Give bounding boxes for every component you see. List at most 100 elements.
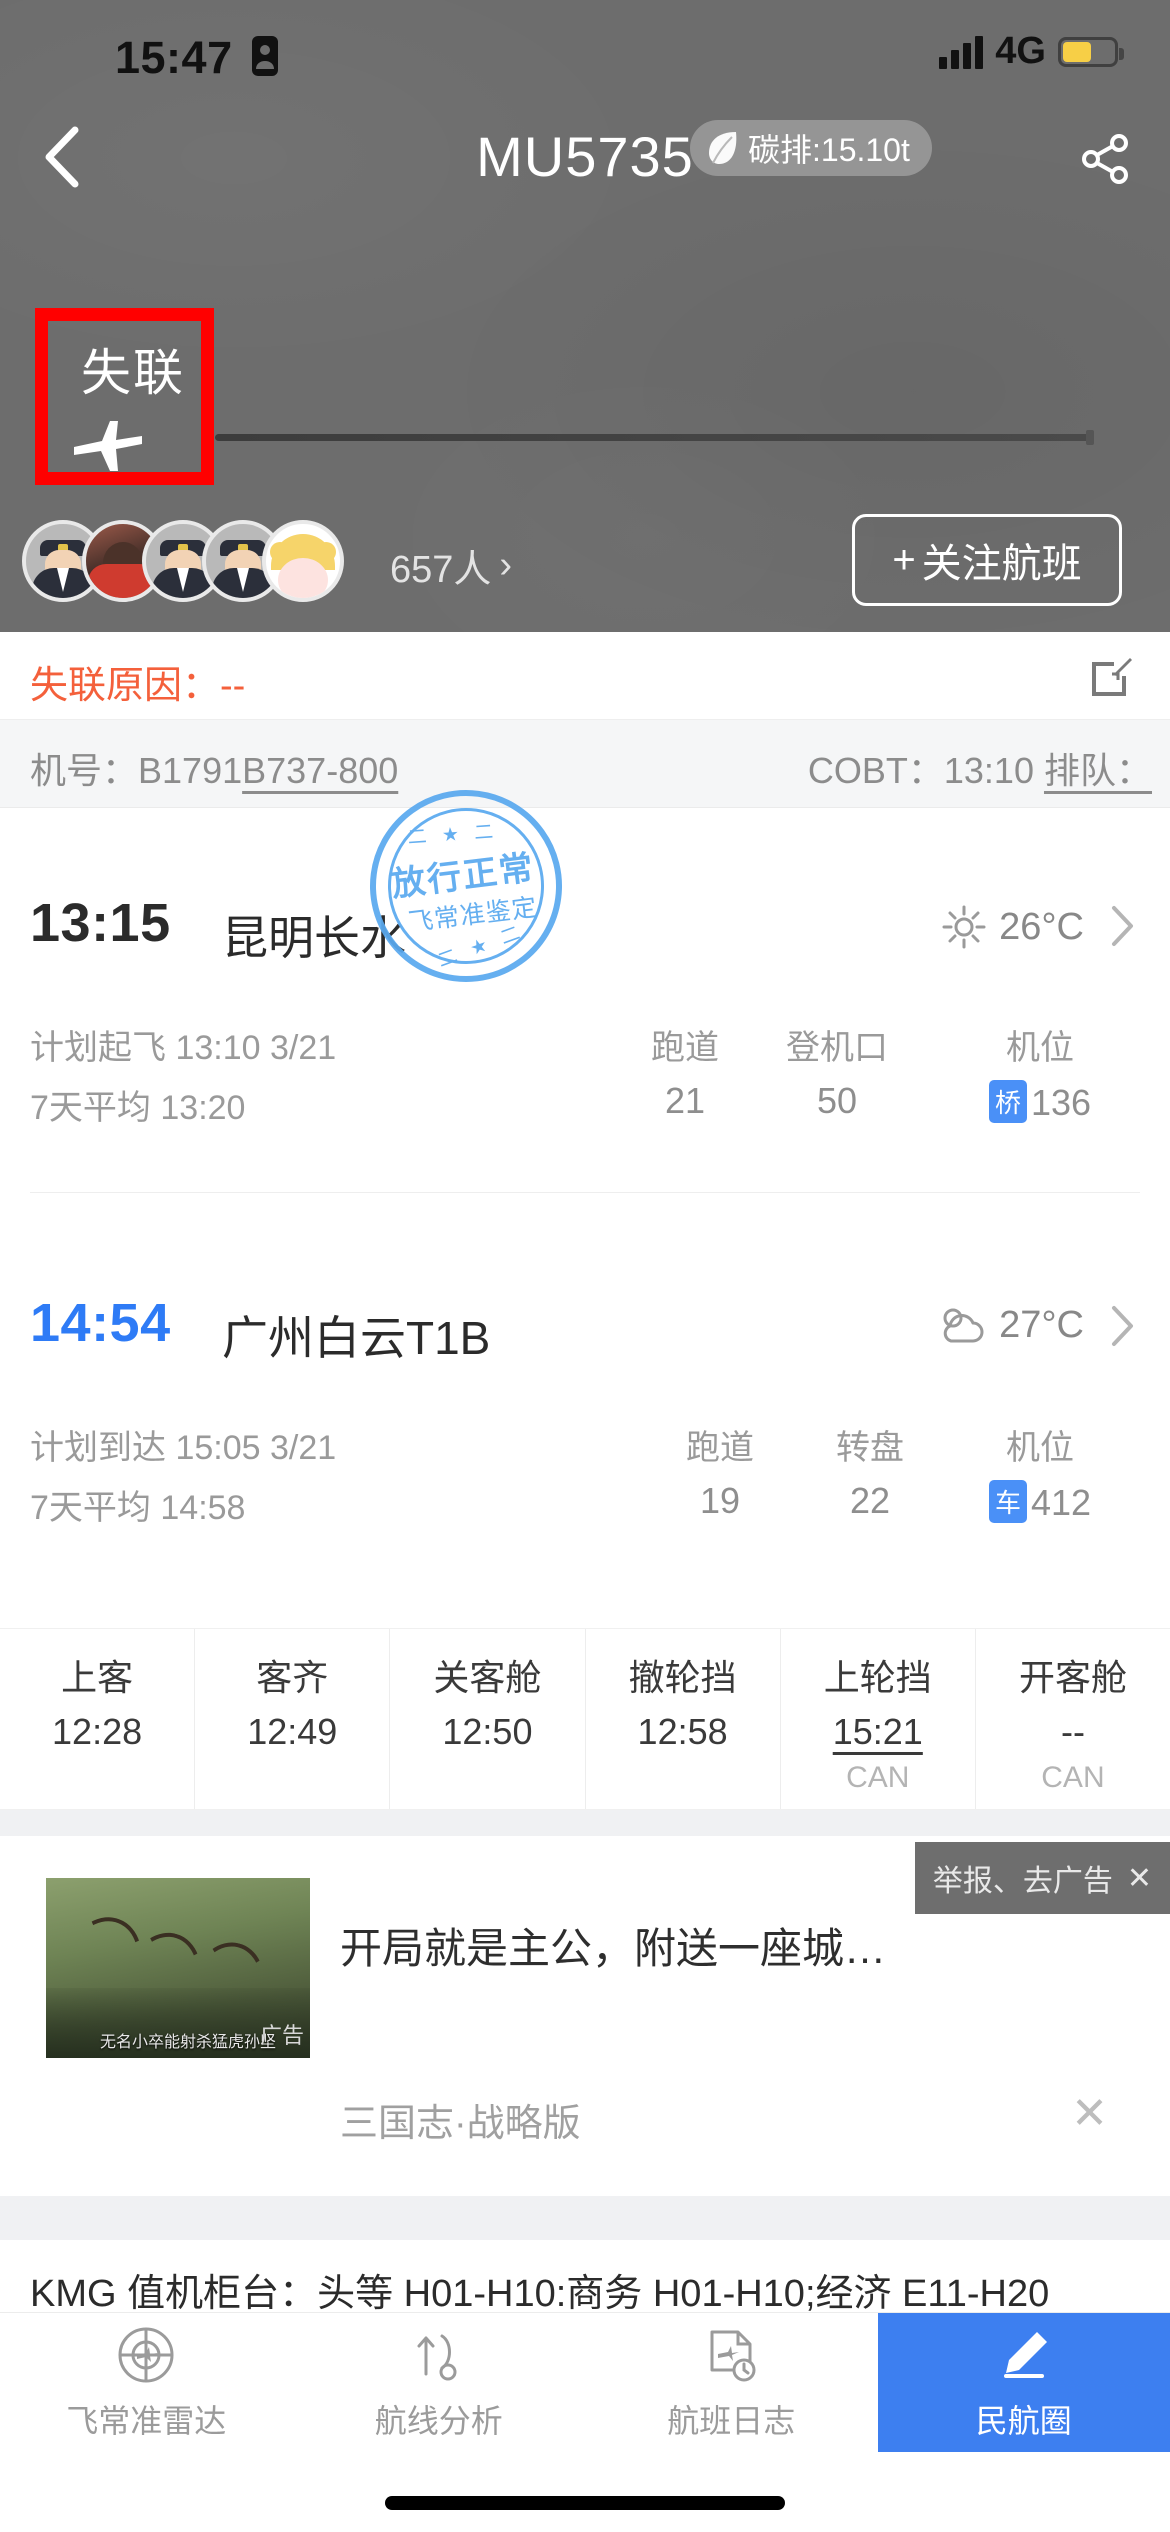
tab-route-analysis[interactable]: 航线分析 [293,2313,586,2452]
arrival-planned-value: 15:05 3/21 [175,1429,337,1467]
alarm-icon [252,36,278,76]
aircraft-type-link[interactable]: B737-800 [242,750,398,791]
ground-event-value: 12:49 [247,1711,338,1752]
arrival-temperature: 27°C [999,1304,1084,1346]
ad-report-label: 举报、去广告 [932,1865,1113,1898]
follow-flight-button[interactable]: + 关注航班 [852,514,1122,606]
ground-event-name: 开客舱 [1018,1657,1127,1698]
departure-airport: 昆明长水 [222,912,406,964]
lost-reason-label: 失联原因： [30,665,221,707]
departure-col-value-2: 桥 136 [950,1080,1130,1124]
section-divider [30,1192,1140,1193]
arrival-col-header-2: 机位 [1006,1429,1074,1467]
follow-flight-label: 关注航班 [921,542,1082,586]
ground-event-sub: CAN [846,1761,910,1794]
log-icon [710,2330,756,2381]
ad-brand: 三国志·战略版 [340,2103,581,2145]
departure-col-header-0: 跑道 [651,1029,719,1067]
departure-stand-tag: 桥 [988,1080,1027,1123]
cloud-icon [943,1308,984,1342]
carbon-emission-label: 碳排:15.10t [748,132,910,168]
registration-row[interactable]: 机号：B1791B737-800 COBT：13:10 排队： [0,720,1170,808]
registration-right: COBT：13:10 排队： [808,742,1152,794]
ground-event-5[interactable]: 开客舱 -- CAN [976,1629,1170,1809]
arrival-stand-tag: 车 [988,1480,1027,1523]
registration-label: 机号： [30,750,139,791]
ad-close-icon[interactable]: ✕ [1071,2088,1108,2139]
tab-radar[interactable]: 飞常准雷达 [0,2313,293,2452]
ground-event-name: 客齐 [256,1657,329,1698]
queue-label[interactable]: 排队： [1044,750,1152,791]
departure-weather[interactable]: 26°C [941,904,1084,950]
flight-status-highlight: 失联 [35,308,214,485]
follower-avatars[interactable] [22,520,344,602]
route-icon [417,2334,457,2380]
page-title: MU5735 [476,125,694,188]
section-gap [0,1810,1170,1836]
cobt-label: COBT： [807,750,944,791]
leaf-icon [709,132,737,164]
departure-col-header-2: 机位 [1006,1029,1074,1067]
departure-planned-value: 13:10 3/21 [175,1029,337,1067]
departure-planned: 计划起飞 13:10 3/21 [30,1020,336,1069]
arrival-average: 7天平均 14:58 [30,1480,245,1529]
chevron-right-icon: › [499,544,513,586]
ground-event-name: 上客 [61,1657,134,1698]
ground-event-4[interactable]: 上轮挡 15:21 CAN [781,1629,976,1809]
share-icon [1082,134,1128,184]
departure-planned-label: 计划起飞 [30,1029,166,1067]
ground-event-1[interactable]: 客齐 12:49 [195,1629,391,1809]
departure-time: 13:15 [30,893,171,953]
ground-event-value: 12:28 [52,1711,143,1752]
ground-event-value: -- [1060,1711,1085,1752]
ground-events-strip: 上客 12:28 客齐 12:49 关客舱 12:50 撤轮挡 12:58 上轮… [0,1628,1170,1810]
arrival-airport: 广州白云T1B [222,1312,491,1364]
arrival-stand-value: 412 [1030,1482,1092,1523]
arrival-weather[interactable]: 27°C [937,1304,1084,1347]
arrival-section[interactable]: 14:54 广州白云T1B 27°C 计划到达 15:05 3/21 跑道 转盘… [0,1230,1170,1620]
departure-temperature: 26°C [999,905,1084,948]
carbon-emission-badge[interactable]: 碳排:15.10t [690,120,932,176]
follower-count-link[interactable]: 657人 › [390,538,512,593]
tab-flight-log[interactable]: 航班日志 [585,2313,878,2452]
arrival-average-value: 14:58 [160,1489,246,1527]
share-button[interactable] [1070,124,1140,194]
edit-icon[interactable] [1086,652,1134,700]
app-screen: 15:47 4G MU5735 碳排:15.10t 失联 657人 › + 关注… [0,0,1170,2532]
ad-image[interactable]: 无名小卒能射杀猛虎孙坚 广告 [46,1878,310,2058]
ground-event-2[interactable]: 关客舱 12:50 [390,1629,586,1809]
ad-title[interactable]: 开局就是主公，附送一座城… [340,1922,960,1977]
ad-report-button[interactable]: 举报、去广告 ✕ [914,1842,1170,1914]
ground-event-value: 12:50 [442,1711,533,1752]
ground-event-sub: CAN [1041,1761,1105,1794]
lost-reason-row[interactable]: 失联原因：-- [0,632,1170,720]
tab-community[interactable]: 民航圈 [877,2313,1170,2452]
close-icon[interactable]: ✕ [1127,1861,1152,1896]
ground-event-3[interactable]: 撤轮挡 12:58 [586,1629,781,1809]
ground-event-name: 撤轮挡 [628,1657,737,1698]
pencil-icon [1003,2331,1047,2378]
arrival-col-header-1: 转盘 [836,1429,904,1467]
departure-col-header-1: 登机口 [786,1029,888,1067]
flight-hero: 15:47 4G MU5735 碳排:15.10t 失联 657人 › + 关注… [0,0,1170,632]
battery-icon [1058,36,1124,67]
chevron-right-icon [1112,1306,1133,1346]
ground-event-name: 上轮挡 [823,1657,932,1698]
advertisement-block[interactable]: 无名小卒能射杀猛虎孙坚 广告 开局就是主公，附送一座城… 举报、去广告 ✕ 三国… [0,1836,1170,2196]
ad-image-caption: 无名小卒能射杀猛虎孙坚 [100,2034,277,2051]
lost-reason-text: 失联原因：-- [30,654,245,709]
chevron-right-icon [1112,906,1133,946]
radar-icon [118,2327,174,2382]
arrival-col-value-1: 22 [849,1480,891,1521]
follower-count-label: 657人 [390,549,492,591]
airplane-icon [74,421,142,471]
status-time: 15:47 [115,32,233,83]
departure-average-label: 7天平均 [30,1089,151,1127]
tab-label: 飞常准雷达 [66,2402,227,2439]
ground-event-0[interactable]: 上客 12:28 [0,1629,196,1809]
departure-section[interactable]: 13:15 昆明长水 26°C 计划起飞 13:10 3/21 跑道 登机口 机… [0,830,1170,1220]
arrival-col-header-0: 跑道 [686,1429,754,1467]
arrival-col-value-0: 19 [699,1480,741,1521]
status-bar: 15:47 4G [0,0,1170,100]
registration-value: B1791 [138,750,243,791]
